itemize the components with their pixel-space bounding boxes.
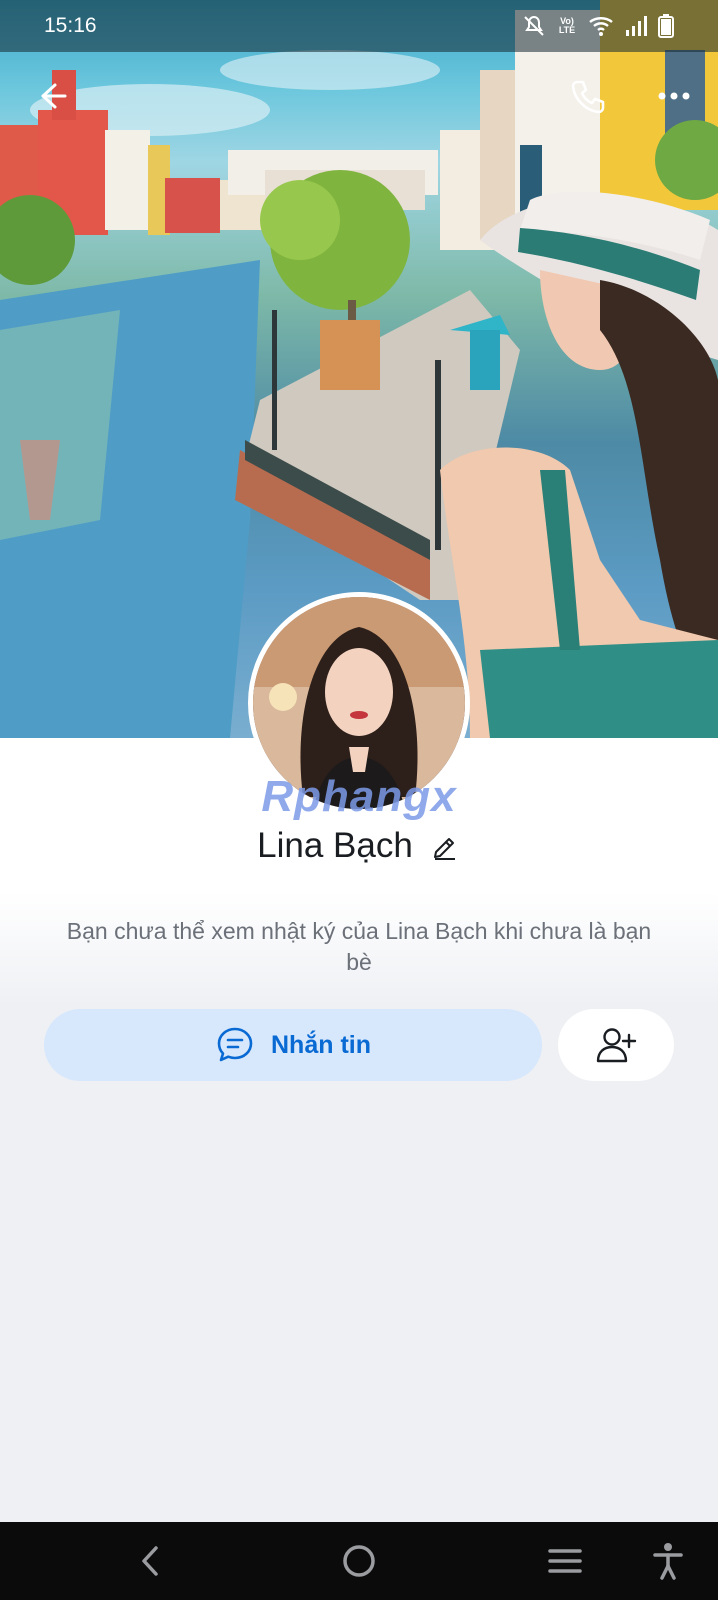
watermark-text: Rphangx — [261, 772, 457, 821]
nav-accessibility-button[interactable] — [643, 1536, 693, 1586]
status-time: 15:16 — [44, 14, 97, 37]
system-nav-bar — [0, 1522, 718, 1600]
profile-name: Lina Bạch — [257, 826, 413, 865]
add-friend-icon — [596, 1028, 637, 1063]
phone-icon — [571, 80, 605, 114]
message-button[interactable]: Nhắn tin — [44, 1009, 542, 1081]
nav-home-button[interactable] — [334, 1536, 384, 1586]
circle-home-icon — [343, 1545, 375, 1577]
pencil-icon — [433, 838, 455, 860]
menu-lines-icon — [548, 1549, 582, 1573]
more-button[interactable] — [648, 70, 700, 122]
edit-name-button[interactable] — [429, 830, 461, 862]
chat-bubble-icon — [217, 1027, 253, 1062]
more-dots-icon — [658, 92, 690, 100]
arrow-left-icon — [41, 83, 67, 109]
name-row: Lina Bạch — [0, 826, 718, 866]
nav-back-button[interactable] — [126, 1536, 176, 1586]
signal-icon — [626, 16, 647, 36]
nav-recents-button[interactable] — [540, 1536, 590, 1586]
accessibility-icon — [653, 1543, 683, 1580]
wifi-icon — [589, 17, 613, 36]
status-icons: Vo) LTE — [522, 14, 674, 38]
bell-off-icon — [524, 15, 544, 36]
chevron-left-icon — [142, 1546, 158, 1576]
add-friend-button[interactable] — [558, 1009, 674, 1081]
battery-icon — [658, 14, 674, 38]
status-bar: 15:16 Vo) LTE — [0, 0, 718, 52]
lte-icon: Vo) LTE — [558, 16, 576, 35]
call-button[interactable] — [562, 70, 614, 122]
message-button-label: Nhắn tin — [271, 1030, 371, 1059]
back-button[interactable] — [26, 70, 78, 122]
friend-only-notice: Bạn chưa thể xem nhật ký của Lina Bạch k… — [66, 918, 652, 975]
